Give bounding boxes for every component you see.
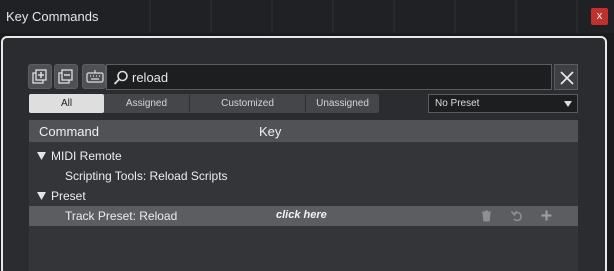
table-header: Command Key xyxy=(29,120,578,142)
expand-all-icon xyxy=(32,69,47,84)
command-label: Track Preset: Reload xyxy=(65,209,178,223)
keyboard-icon xyxy=(86,70,104,83)
search-icon xyxy=(113,70,128,85)
command-row-selected[interactable]: Track Preset: Reload click here xyxy=(29,206,578,226)
expand-all-button[interactable] xyxy=(28,64,52,89)
undo-icon[interactable] xyxy=(511,210,523,222)
collapse-all-button[interactable] xyxy=(54,64,78,89)
search-input[interactable]: reload xyxy=(132,70,168,85)
command-label: Scripting Tools: Reload Scripts xyxy=(65,169,228,183)
preset-dropdown[interactable]: No Preset xyxy=(428,94,578,113)
search-field[interactable]: reload xyxy=(106,64,552,90)
category-row-midi-remote[interactable]: MIDI Remote xyxy=(29,146,578,166)
key-assign-field[interactable]: click here xyxy=(276,209,327,221)
commands-table: Command Key MIDI Remote Scripting Tools:… xyxy=(29,120,578,271)
filter-all[interactable]: All xyxy=(29,94,104,113)
plus-icon[interactable] xyxy=(541,210,552,221)
collapse-all-icon xyxy=(58,69,73,84)
filter-tabs: All Assigned Customized Unassigned xyxy=(29,94,379,113)
preset-selected: No Preset xyxy=(435,98,480,109)
expand-triangle-icon[interactable] xyxy=(37,152,46,160)
expand-triangle-icon[interactable] xyxy=(37,192,46,200)
category-row-preset[interactable]: Preset xyxy=(29,186,578,206)
command-row[interactable]: Scripting Tools: Reload Scripts xyxy=(29,166,578,186)
background-grid xyxy=(90,0,614,33)
category-label: Preset xyxy=(51,189,86,203)
clear-search-button[interactable] xyxy=(554,64,578,90)
category-label: MIDI Remote xyxy=(51,149,122,163)
column-key[interactable]: Key xyxy=(259,124,281,139)
title-bar: Key Commands x xyxy=(0,0,614,33)
filter-customized[interactable]: Customized xyxy=(190,94,305,113)
window-title: Key Commands xyxy=(6,9,99,24)
column-command[interactable]: Command xyxy=(39,124,99,139)
close-button[interactable]: x xyxy=(591,8,608,25)
chevron-down-icon xyxy=(564,101,572,107)
filter-assigned[interactable]: Assigned xyxy=(104,94,189,113)
filter-unassigned[interactable]: Unassigned xyxy=(306,94,379,113)
trash-icon[interactable] xyxy=(481,210,492,222)
keyboard-button[interactable] xyxy=(82,64,106,89)
close-icon xyxy=(560,71,574,85)
